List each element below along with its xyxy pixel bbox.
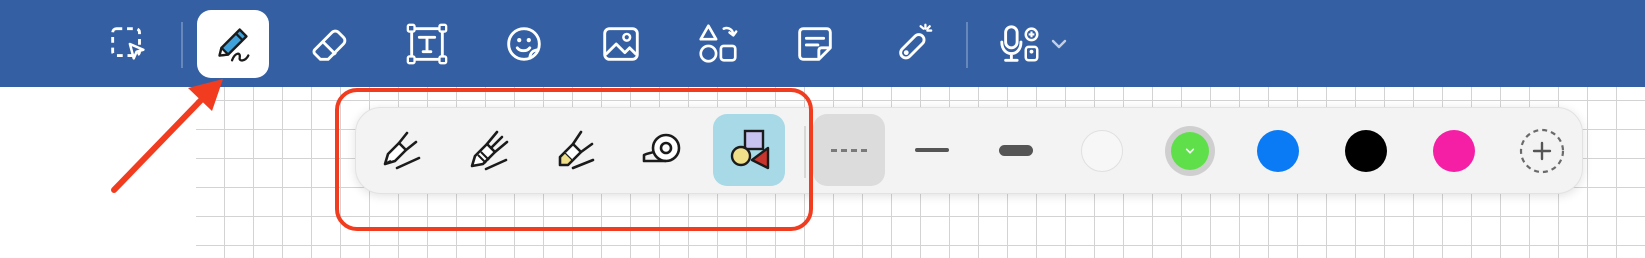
text-box-icon [406, 23, 448, 65]
app-window [0, 0, 1645, 258]
toolbar-divider [181, 22, 183, 68]
lasso-select-button[interactable] [92, 10, 164, 78]
color-swatch-black[interactable] [1341, 126, 1391, 176]
microphone-button[interactable] [988, 10, 1078, 78]
main-toolbar [0, 0, 1645, 87]
pen-icon [218, 28, 250, 62]
thick-stroke-button[interactable] [980, 114, 1052, 186]
white-color-dot [1081, 130, 1123, 172]
microphone-icon [1000, 25, 1039, 62]
laser-pointer-icon [899, 23, 933, 60]
thin-stroke-button[interactable] [896, 114, 968, 186]
sticky-note-icon [798, 27, 832, 61]
dashed-stroke-button[interactable] [813, 114, 885, 186]
thick-stroke-icon [999, 144, 1033, 156]
page-margin [0, 87, 196, 258]
eraser-button[interactable] [294, 10, 366, 78]
shapes-button[interactable] [682, 10, 754, 78]
text-box-button[interactable] [391, 10, 463, 78]
sticky-note-button[interactable] [779, 10, 851, 78]
image-button[interactable] [585, 10, 657, 78]
pink-color-dot [1433, 130, 1475, 172]
eraser-icon [312, 29, 347, 61]
annotation-highlight-box [335, 88, 813, 231]
color-swatch-pink[interactable] [1429, 126, 1479, 176]
toolbar-divider [966, 22, 968, 68]
image-icon [603, 27, 639, 61]
thin-stroke-icon [915, 148, 949, 152]
green-color-dot [1171, 132, 1209, 170]
add-color-icon [1519, 128, 1565, 174]
color-swatch-blue[interactable] [1253, 126, 1303, 176]
shapes-icon [699, 24, 738, 63]
lasso-select-icon [111, 27, 145, 60]
laser-pointer-button[interactable] [876, 10, 948, 78]
color-swatch-white[interactable] [1077, 126, 1127, 176]
pen-button[interactable] [197, 10, 269, 78]
chevron-down-icon [1051, 39, 1067, 49]
sticker-button[interactable] [488, 10, 560, 78]
chevron-down-icon [1185, 148, 1195, 154]
add-color-button[interactable] [1517, 126, 1567, 176]
sticker-icon [507, 27, 541, 61]
blue-color-dot [1257, 130, 1299, 172]
black-color-dot [1345, 130, 1387, 172]
dashed-stroke-icon [831, 148, 867, 152]
color-swatch-green[interactable] [1165, 126, 1215, 176]
